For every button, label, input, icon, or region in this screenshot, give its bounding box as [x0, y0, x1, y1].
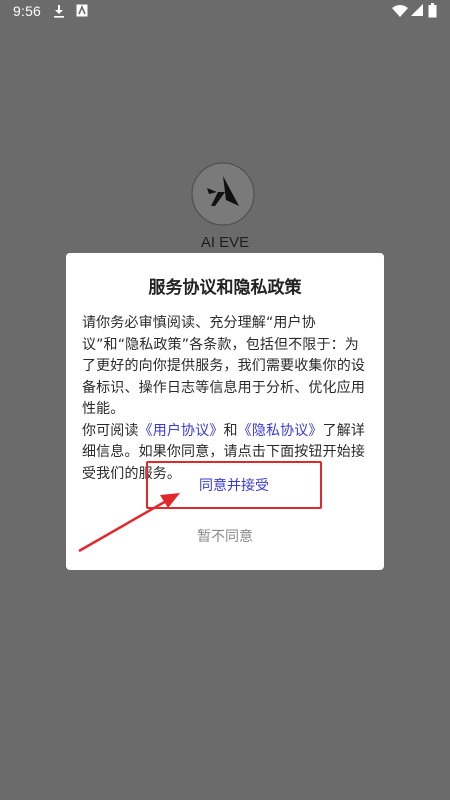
privacy-dialog: 服务协议和隐私政策 请你务必审慎阅读、充分理解“用户协议”和“隐私政策”各条款，… — [66, 253, 384, 570]
battery-icon — [428, 3, 437, 18]
signal-icon — [411, 4, 423, 16]
accept-button[interactable]: 同意并接受 — [146, 461, 322, 509]
paragraph-2-and: 和 — [223, 422, 238, 439]
download-icon — [54, 5, 64, 18]
dialog-title: 服务协议和隐私政策 — [148, 278, 302, 298]
reject-button-label: 暂不同意 — [197, 529, 253, 545]
user-agreement-link[interactable]: 《用户协议》 — [139, 423, 224, 439]
privacy-policy-link[interactable]: 《隐私协议》 — [238, 423, 323, 439]
wifi-icon — [392, 5, 408, 17]
status-bar: 9:56 — [0, 0, 450, 24]
status-time: 9:56 — [13, 3, 42, 19]
dialog-body: 请你务必审慎阅读、充分理解“用户协议”和“隐私政策”各条款，包括但不限于：为了更… — [82, 313, 372, 485]
dialog-paragraph-1: 请你务必审慎阅读、充分理解“用户协议”和“隐私政策”各条款，包括但不限于：为了更… — [82, 315, 365, 417]
reject-button[interactable]: 暂不同意 — [66, 521, 384, 551]
a-app-icon — [76, 4, 88, 17]
accept-button-label: 同意并接受 — [199, 478, 269, 494]
app-name: AI EVE — [200, 234, 250, 251]
paragraph-2-prefix: 你可阅读 — [82, 422, 139, 439]
app-logo-icon — [191, 162, 255, 226]
